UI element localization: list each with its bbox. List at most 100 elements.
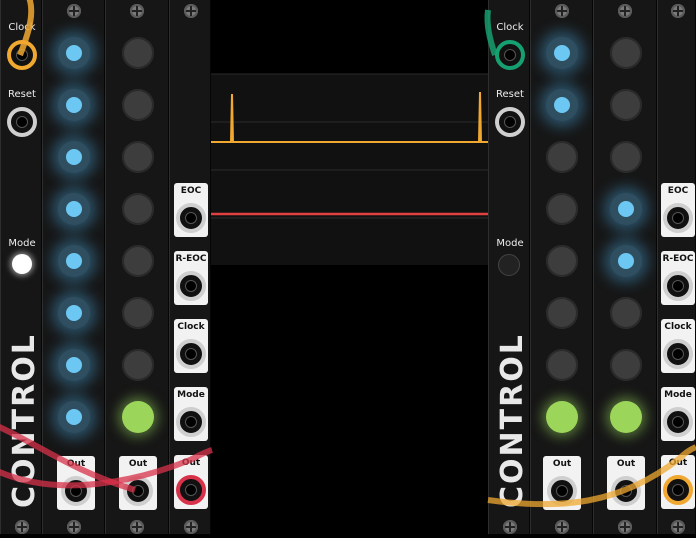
step-lamp[interactable]: [610, 141, 642, 173]
step-lamp[interactable]: [122, 401, 154, 433]
eoc-jack-box: EOC: [174, 183, 208, 237]
step-lamp[interactable]: [546, 89, 578, 121]
step-lamp[interactable]: [122, 349, 154, 381]
mode-button[interactable]: [498, 254, 520, 276]
step-lamp[interactable]: [546, 245, 578, 277]
step-lamp[interactable]: [122, 89, 154, 121]
step-lamp[interactable]: [122, 141, 154, 173]
step-lamp[interactable]: [58, 141, 90, 173]
clock-input-jack[interactable]: [7, 40, 37, 70]
screw-icon: [618, 520, 632, 534]
reset-input-jack[interactable]: [495, 107, 525, 137]
r-eoc-jack-box: R-EOC: [661, 251, 695, 305]
clock-out-jack[interactable]: [176, 339, 206, 369]
step-lamp[interactable]: [58, 401, 90, 433]
step-lamp[interactable]: [610, 245, 642, 277]
out-jack-box: Out: [661, 455, 695, 509]
clock-input-jack[interactable]: [495, 40, 525, 70]
step-lamp[interactable]: [122, 245, 154, 277]
screw-icon: [671, 520, 685, 534]
mode-out-jack[interactable]: [176, 407, 206, 437]
clock-out-label: Clock: [664, 322, 692, 332]
eoc-jack[interactable]: [176, 203, 206, 233]
out-jack[interactable]: [547, 476, 577, 506]
step-lamp[interactable]: [58, 37, 90, 69]
step-lamp[interactable]: [546, 141, 578, 173]
mode-jack-box: Mode: [174, 387, 208, 441]
step-lamp[interactable]: [610, 89, 642, 121]
right-sequencer-column-1: Out: [530, 0, 593, 534]
brand-label: CONTROL: [495, 333, 530, 508]
reset-label: Reset: [8, 89, 36, 100]
screw-icon: [555, 4, 569, 18]
scope-display: [211, 0, 488, 534]
step-lamp[interactable]: [610, 37, 642, 69]
left-output-module: EOC R-EOC Clock Mode Out: [169, 0, 211, 534]
clock-jack-box: Clock: [661, 319, 695, 373]
r-eoc-jack[interactable]: [663, 271, 693, 301]
eoc-label: EOC: [667, 186, 689, 196]
screw-icon: [618, 4, 632, 18]
step-lamp[interactable]: [58, 297, 90, 329]
step-lamp[interactable]: [58, 349, 90, 381]
screw-icon: [671, 4, 685, 18]
clock-jack-box: Clock: [174, 319, 208, 373]
out-jack-box: Out: [174, 455, 208, 509]
screw-icon: [184, 520, 198, 534]
out-jack-box: Out: [607, 456, 645, 510]
right-output-module: EOC R-EOC Clock Mode Out: [657, 0, 696, 534]
scope-screen: [211, 0, 488, 265]
step-lamp[interactable]: [610, 401, 642, 433]
right-control-module: Clock Reset Mode CONTROL: [488, 0, 530, 534]
out-label: Out: [668, 458, 688, 468]
screw-icon: [67, 4, 81, 18]
step-lamp[interactable]: [610, 297, 642, 329]
out-jack-box: Out: [543, 456, 581, 510]
step-lamp[interactable]: [122, 297, 154, 329]
step-lamp[interactable]: [610, 193, 642, 225]
step-lamp[interactable]: [546, 401, 578, 433]
out-jack-box: Out: [119, 456, 157, 510]
screw-icon: [67, 520, 81, 534]
step-lamp[interactable]: [122, 193, 154, 225]
mode-out-label: Mode: [664, 390, 692, 400]
step-lamp[interactable]: [122, 37, 154, 69]
r-eoc-jack-box: R-EOC: [174, 251, 208, 305]
mode-label: Mode: [496, 238, 524, 249]
out-label: Out: [616, 459, 636, 469]
left-sequencer-column-1: Out: [42, 0, 105, 534]
out-jack[interactable]: [61, 476, 91, 506]
brand-label: CONTROL: [7, 333, 42, 508]
out-label: Out: [128, 459, 148, 469]
eoc-jack[interactable]: [663, 203, 693, 233]
out-label: Out: [552, 459, 572, 469]
out-jack[interactable]: [611, 476, 641, 506]
reset-input-jack[interactable]: [7, 107, 37, 137]
out-jack[interactable]: [176, 475, 206, 505]
mode-jack-box: Mode: [661, 387, 695, 441]
eoc-label: EOC: [180, 186, 202, 196]
step-lamp[interactable]: [546, 349, 578, 381]
step-lamp[interactable]: [546, 193, 578, 225]
reset-label: Reset: [496, 89, 524, 100]
out-jack[interactable]: [123, 476, 153, 506]
step-lamp[interactable]: [58, 89, 90, 121]
step-lamp[interactable]: [546, 297, 578, 329]
left-control-module: Clock Reset Mode CONTROL: [0, 0, 42, 534]
screw-icon: [130, 520, 144, 534]
screw-icon: [15, 520, 29, 534]
mode-out-label: Mode: [177, 390, 205, 400]
mode-out-jack[interactable]: [663, 407, 693, 437]
out-label: Out: [181, 458, 201, 468]
screw-icon: [555, 520, 569, 534]
step-lamp[interactable]: [546, 37, 578, 69]
step-lamp[interactable]: [58, 193, 90, 225]
clock-out-jack[interactable]: [663, 339, 693, 369]
out-label: Out: [66, 459, 86, 469]
r-eoc-jack[interactable]: [176, 271, 206, 301]
step-lamp[interactable]: [58, 245, 90, 277]
mode-button[interactable]: [12, 254, 32, 274]
step-lamp[interactable]: [610, 349, 642, 381]
out-jack-box: Out: [57, 456, 95, 510]
out-jack[interactable]: [663, 475, 693, 505]
